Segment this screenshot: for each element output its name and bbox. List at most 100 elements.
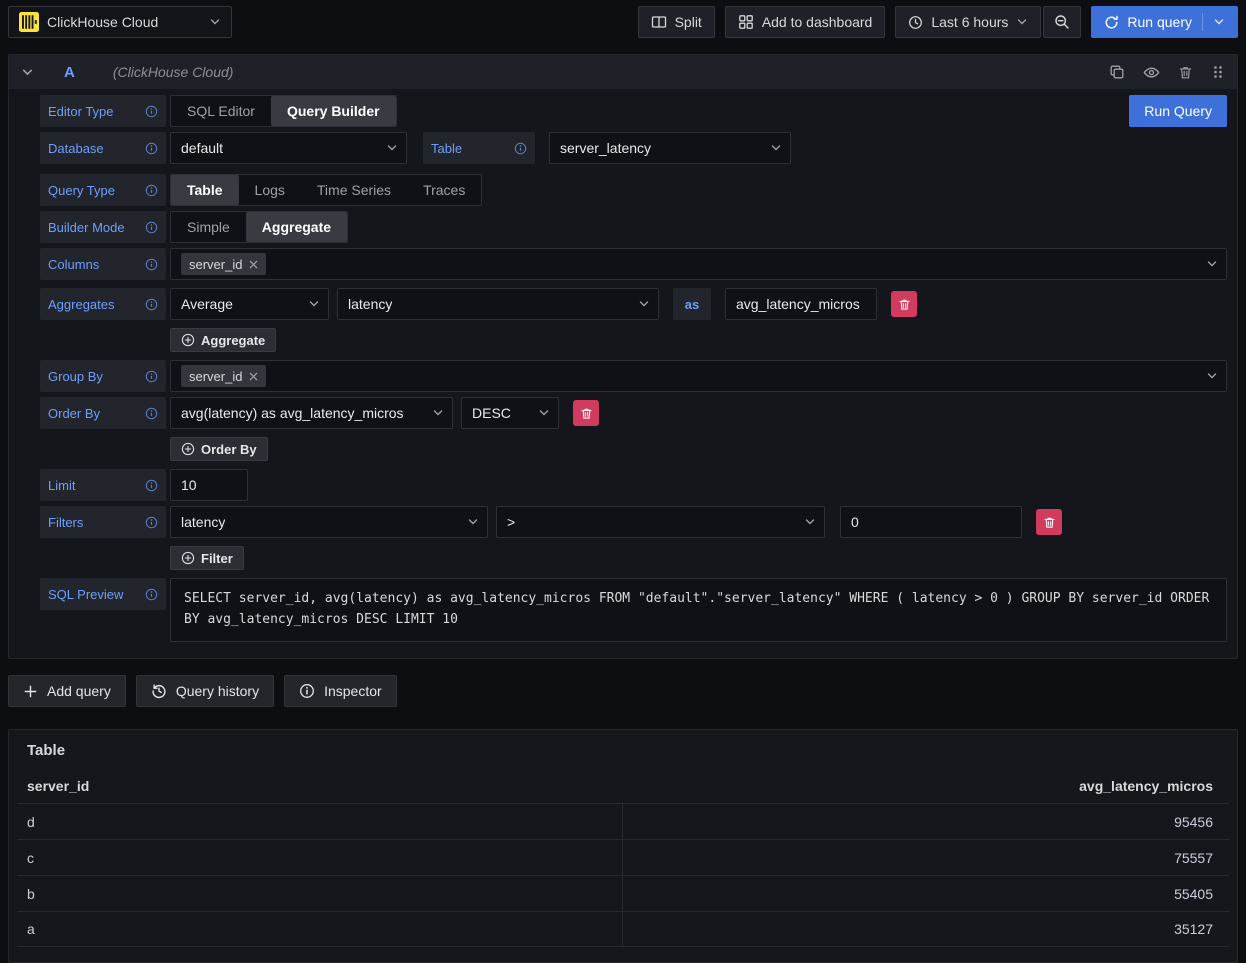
datasource-picker[interactable]: ClickHouse Cloud (8, 6, 232, 38)
column-header-avg-latency[interactable]: avg_latency_micros (623, 774, 1229, 803)
split-button[interactable]: Split (638, 6, 715, 38)
info-icon[interactable] (145, 479, 158, 492)
info-icon[interactable] (145, 516, 158, 529)
database-select[interactable]: default (170, 132, 407, 164)
delete-filter-button[interactable] (1036, 509, 1062, 535)
apps-grid-icon (738, 14, 754, 30)
query-type-label: Query Type (40, 174, 166, 206)
table-row: b 55405 (17, 875, 1229, 911)
columns-multiselect[interactable]: server_id (170, 248, 1227, 280)
time-range-label: Last 6 hours (931, 14, 1008, 30)
group-by-label: Group By (40, 360, 166, 392)
query-history-button[interactable]: Query history (136, 675, 274, 707)
filter-field-select[interactable]: latency (170, 506, 488, 538)
sql-editor-option[interactable]: SQL Editor (171, 96, 271, 126)
datasource-name: ClickHouse Cloud (47, 14, 201, 30)
query-type-logs-option[interactable]: Logs (239, 175, 301, 205)
aggregates-label: Aggregates (40, 288, 166, 320)
chevron-down-icon (770, 142, 782, 154)
filters-label: Filters (40, 506, 166, 538)
delete-order-by-button[interactable] (573, 400, 599, 426)
order-by-field-select[interactable]: avg(latency) as avg_latency_micros (170, 397, 453, 429)
builder-mode-label: Builder Mode (40, 211, 166, 243)
hide-response-eye-icon[interactable] (1143, 64, 1160, 81)
table-select[interactable]: server_latency (549, 132, 791, 164)
split-label: Split (675, 14, 702, 30)
time-range-picker[interactable]: Last 6 hours (895, 6, 1041, 38)
add-filter-button[interactable]: Filter (170, 546, 244, 570)
columns-row: Columns server_id (40, 248, 1227, 280)
cell-avg-latency: 55405 (623, 876, 1229, 911)
query-type-row: Query Type Table Logs Time Series Traces (40, 174, 1227, 206)
add-aggregate-button[interactable]: Aggregate (170, 328, 276, 352)
remove-query-trash-icon[interactable] (1178, 65, 1193, 80)
zoom-out-button[interactable] (1043, 6, 1081, 38)
order-by-row: Order By avg(latency) as avg_latency_mic… (40, 397, 1227, 429)
info-icon[interactable] (145, 221, 158, 234)
aggregate-alias-input[interactable] (725, 288, 877, 320)
cell-avg-latency: 35127 (623, 912, 1229, 946)
database-table-row: Database default Table server_latency (40, 132, 1227, 164)
simple-mode-option[interactable]: Simple (171, 212, 246, 242)
group-by-row: Group By server_id (40, 360, 1227, 392)
cell-server-id: b (17, 876, 623, 911)
run-query-button[interactable]: Run query (1091, 6, 1238, 38)
add-order-by-button[interactable]: Order By (170, 437, 268, 461)
delete-aggregate-button[interactable] (891, 291, 917, 317)
table-row: a 35127 (17, 911, 1229, 947)
info-icon[interactable] (145, 588, 158, 601)
group-by-tag: server_id (181, 365, 266, 387)
remove-tag-icon[interactable] (249, 260, 258, 269)
filter-value-input[interactable] (840, 506, 1022, 538)
chevron-down-icon (1206, 258, 1218, 270)
panel-title: Table (17, 738, 1229, 759)
remove-tag-icon[interactable] (249, 372, 258, 381)
info-icon[interactable] (514, 142, 527, 155)
info-icon[interactable] (145, 407, 158, 420)
query-row-header: A (ClickHouse Cloud) (9, 55, 1237, 89)
chevron-down-icon[interactable] (1213, 16, 1225, 28)
sql-preview-label: SQL Preview (40, 578, 166, 610)
info-icon[interactable] (145, 142, 158, 155)
info-icon[interactable] (145, 370, 158, 383)
cell-avg-latency: 75557 (623, 840, 1229, 875)
add-to-dashboard-button[interactable]: Add to dashboard (725, 6, 886, 38)
editor-run-query-button[interactable]: Run Query (1129, 95, 1227, 127)
column-tag: server_id (181, 253, 266, 275)
chevron-down-icon (1016, 16, 1028, 28)
button-divider (1202, 13, 1203, 31)
limit-row: Limit (40, 469, 1227, 501)
query-ref-id: A (64, 64, 75, 81)
cell-server-id: a (17, 912, 623, 946)
inspector-button[interactable]: Inspector (284, 675, 397, 707)
chevron-down-icon (209, 16, 221, 28)
group-by-multiselect[interactable]: server_id (170, 360, 1227, 392)
aggregate-column-select[interactable]: latency (337, 288, 659, 320)
cell-avg-latency: 95456 (623, 804, 1229, 839)
info-icon[interactable] (145, 298, 158, 311)
collapse-chevron-icon[interactable] (21, 66, 34, 79)
info-icon[interactable] (145, 184, 158, 197)
builder-mode-toggle: Simple Aggregate (170, 211, 348, 243)
aggregate-function-select[interactable]: Average (170, 288, 329, 320)
cell-server-id: d (17, 804, 623, 839)
aggregates-row: Aggregates Average latency as (40, 288, 1227, 320)
split-icon (651, 14, 667, 30)
info-icon[interactable] (145, 105, 158, 118)
chevron-down-icon (467, 516, 479, 528)
order-by-direction-select[interactable]: DESC (461, 397, 559, 429)
drag-handle-icon[interactable] (1211, 64, 1225, 80)
query-type-table-option[interactable]: Table (171, 175, 239, 205)
filter-operator-select[interactable]: > (496, 506, 825, 538)
query-type-timeseries-option[interactable]: Time Series (301, 175, 407, 205)
info-icon[interactable] (145, 258, 158, 271)
filters-row: Filters latency > (40, 506, 1227, 538)
column-header-server-id[interactable]: server_id (17, 774, 623, 803)
cell-server-id: c (17, 840, 623, 875)
aggregate-mode-option[interactable]: Aggregate (246, 212, 347, 242)
query-type-traces-option[interactable]: Traces (407, 175, 481, 205)
add-query-button[interactable]: Add query (8, 675, 126, 707)
limit-input[interactable] (170, 469, 248, 501)
duplicate-query-icon[interactable] (1109, 64, 1125, 80)
query-builder-option[interactable]: Query Builder (271, 96, 396, 126)
